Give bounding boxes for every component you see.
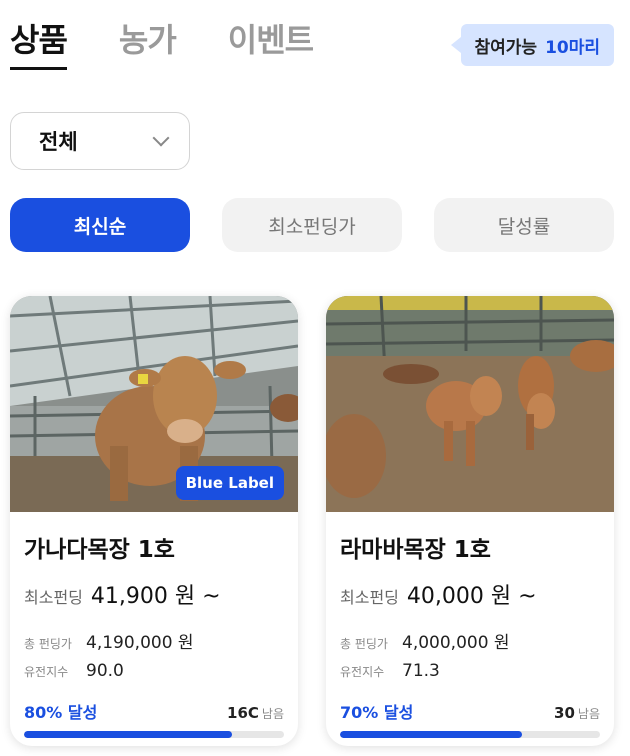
genetic-index-label: 유전지수	[24, 665, 69, 679]
tab-farms[interactable]: 농가	[119, 18, 177, 62]
remaining-count: 16C 남음	[227, 704, 284, 722]
remaining-value: 16C	[227, 704, 259, 722]
top-tabs: 상품 농가 이벤트	[10, 18, 365, 70]
progress-bar	[340, 731, 600, 738]
genetic-index-value: 90.0	[86, 661, 124, 681]
total-funding-value: 4,000,000 원	[402, 633, 510, 653]
tab-products[interactable]: 상품	[10, 18, 68, 70]
remaining-value: 30	[554, 704, 575, 722]
product-card-list: Blue Label 가나다목장 1호 최소펀딩 41,900 원 ~ 총 펀딩…	[10, 296, 614, 746]
achievement-rate: 70% 달성	[340, 703, 414, 722]
farm-name: 라마바목장 1호	[340, 537, 491, 563]
min-funding-price: 40,000 원 ~	[406, 584, 537, 609]
farm-name: 가나다목장 1호	[24, 537, 175, 563]
sort-min-funding-button[interactable]: 최소펀딩가	[222, 198, 402, 252]
sort-options: 최신순 최소펀딩가 달성률	[10, 198, 614, 252]
cattle-photo	[326, 296, 614, 512]
remaining-unit: 남음	[577, 707, 600, 721]
dropdown-selected-value: 전체	[39, 130, 78, 154]
blue-label-badge: Blue Label	[175, 466, 284, 500]
total-funding-value: 4,190,000 원	[86, 633, 194, 653]
total-funding-label: 총 펀딩가	[24, 637, 72, 651]
total-funding-label: 총 펀딩가	[340, 637, 388, 651]
achievement-rate: 80% 달성	[24, 703, 98, 722]
min-funding-price: 41,900 원 ~	[90, 584, 221, 609]
chevron-down-icon	[152, 129, 170, 147]
progress-bar-fill	[24, 731, 232, 738]
remaining-unit: 남음	[261, 707, 284, 721]
badge-count: 10마리	[545, 37, 600, 58]
product-list-screen: 상품 농가 이벤트 참여가능 10마리 전체 최신순 최소펀딩가 달성률 Blu…	[0, 0, 630, 756]
remaining-count: 30 남음	[554, 704, 600, 722]
category-dropdown[interactable]: 전체	[10, 112, 190, 170]
available-count-badge: 참여가능 10마리	[450, 24, 614, 66]
progress-bar	[24, 731, 284, 738]
product-card[interactable]: Blue Label 가나다목장 1호 최소펀딩 41,900 원 ~ 총 펀딩…	[10, 296, 298, 746]
min-funding-label: 최소펀딩	[24, 588, 83, 607]
sort-achievement-button[interactable]: 달성률	[434, 198, 614, 252]
cattle-photo: Blue Label	[10, 296, 298, 512]
product-card[interactable]: 라마바목장 1호 최소펀딩 40,000 원 ~ 총 펀딩가 4,000,000…	[326, 296, 614, 746]
min-funding-label: 최소펀딩	[340, 588, 399, 607]
genetic-index-value: 71.3	[402, 661, 440, 681]
badge-text: 참여가능	[474, 37, 538, 58]
sort-latest-button[interactable]: 최신순	[10, 198, 190, 252]
genetic-index-label: 유전지수	[340, 665, 385, 679]
tab-events[interactable]: 이벤트	[228, 18, 314, 62]
progress-bar-fill	[340, 731, 522, 738]
